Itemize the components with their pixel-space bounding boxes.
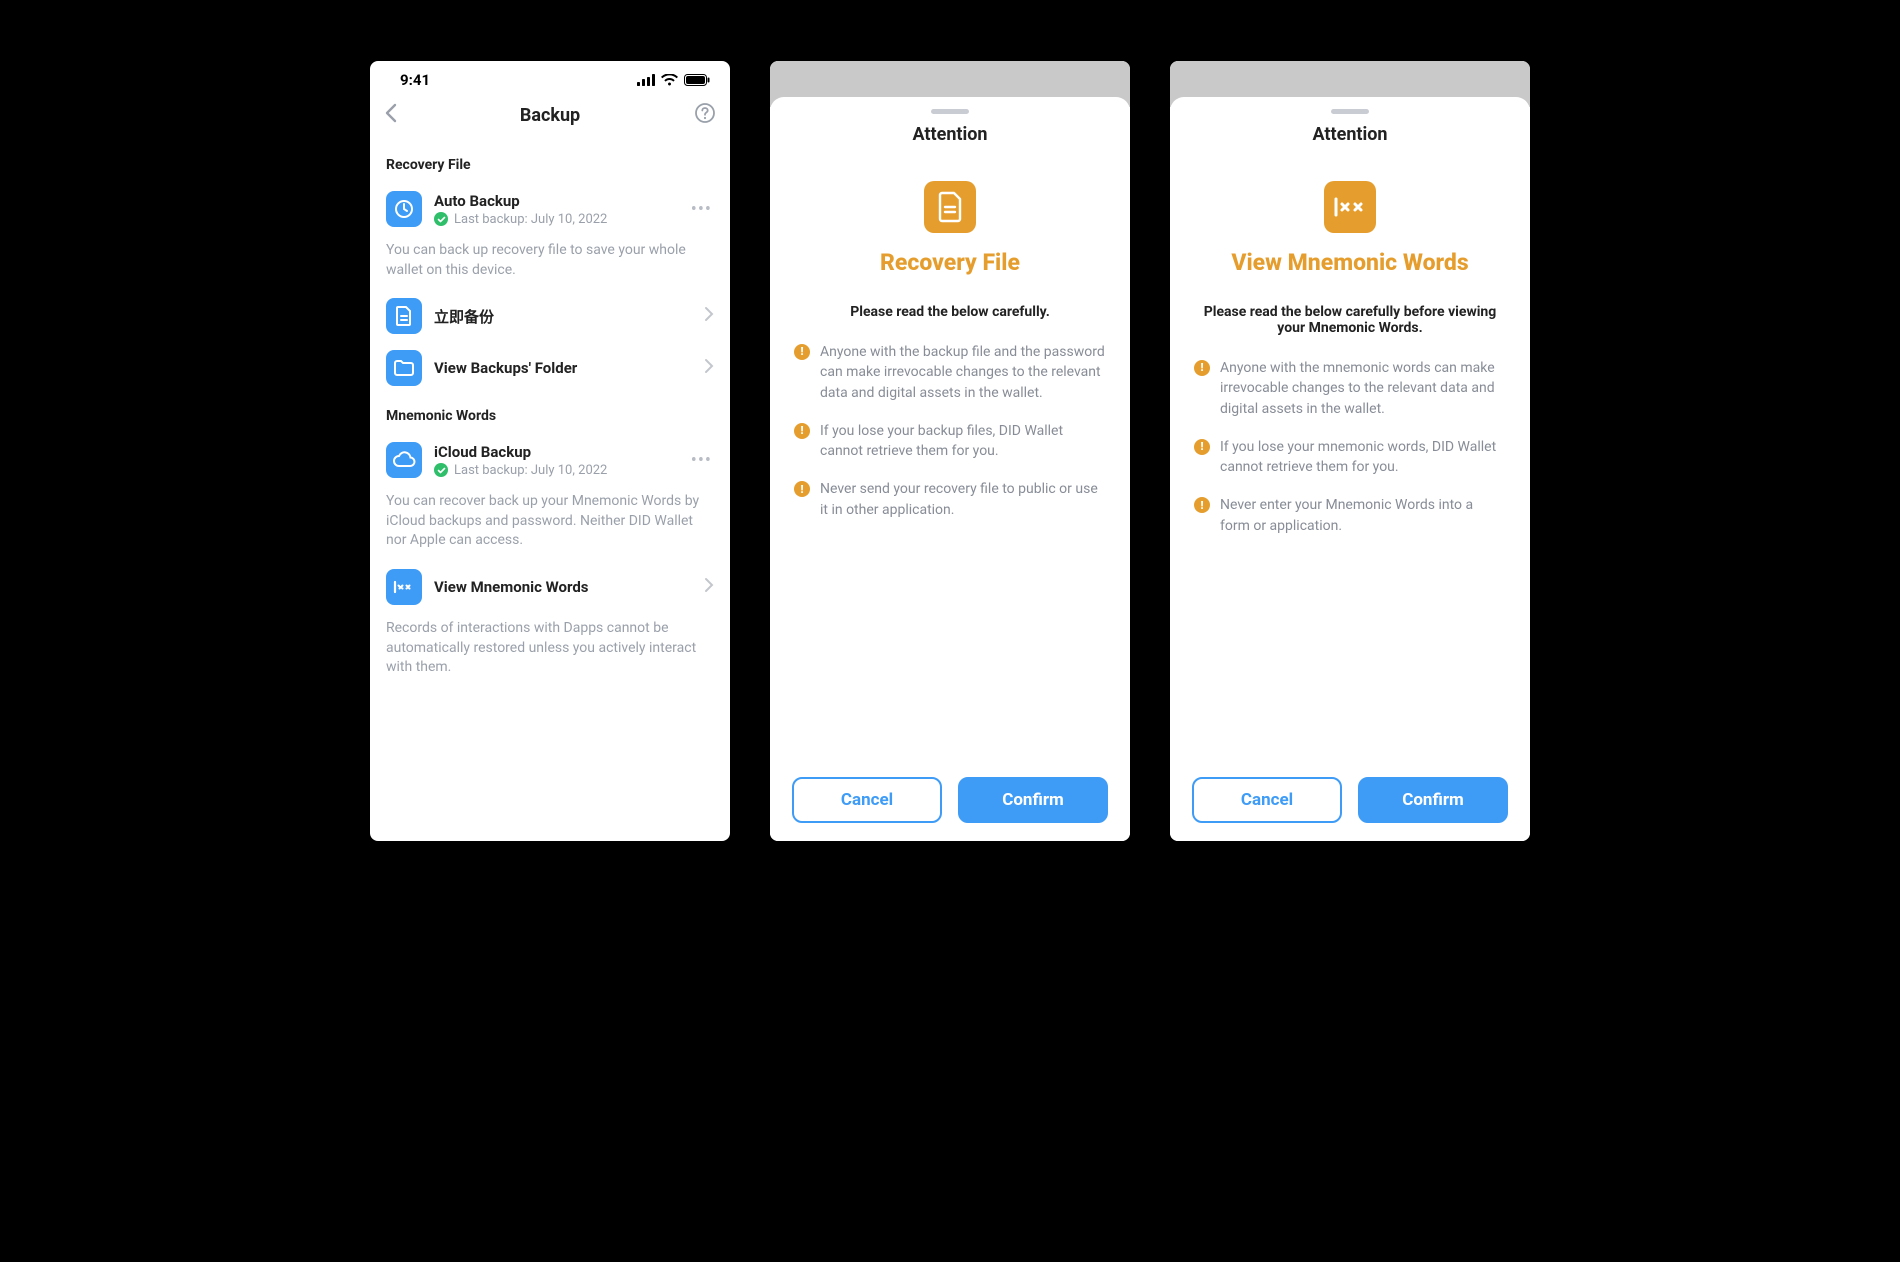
attention-sheet-mnemonic: Attention View Mnemonic Words Please rea…	[1170, 97, 1530, 841]
content: Recovery File Auto Backup Last backup: J…	[370, 137, 730, 688]
warning-item: ! Anyone with the backup file and the pa…	[794, 342, 1106, 403]
exclamation-icon: !	[1194, 360, 1210, 376]
more-icon[interactable]: •••	[689, 199, 714, 220]
nav-bar: Backup	[370, 93, 730, 137]
button-row: Cancel Confirm	[792, 759, 1108, 823]
row-icloud-backup[interactable]: iCloud Backup Last backup: July 10, 2022…	[386, 434, 714, 486]
phone-recovery-modal: Attention Recovery File Please read the …	[770, 61, 1130, 841]
sheet-instruction: Please read the below carefully.	[792, 304, 1108, 320]
sheet-title: Attention	[792, 124, 1108, 145]
warning-text: Never enter your Mnemonic Words into a f…	[1220, 495, 1506, 536]
phone-backup-settings: 9:41 Backup Recovery File	[370, 61, 730, 841]
row-view-mnemonic[interactable]: View Mnemonic Words	[386, 561, 714, 613]
warning-item: ! Anyone with the mnemonic words can mak…	[1194, 358, 1506, 419]
icloud-backup-subtitle: Last backup: July 10, 2022	[454, 463, 607, 478]
confirm-label: Confirm	[1002, 790, 1064, 810]
warning-item: ! Never enter your Mnemonic Words into a…	[1194, 495, 1506, 536]
check-icon	[434, 212, 448, 226]
auto-backup-subtitle: Last backup: July 10, 2022	[454, 212, 607, 227]
row-view-backups-folder[interactable]: View Backups' Folder	[386, 342, 714, 394]
recovery-file-description: You can back up recovery file to save yo…	[386, 241, 714, 280]
confirm-button[interactable]: Confirm	[958, 777, 1108, 823]
warning-text: If you lose your mnemonic words, DID Wal…	[1220, 437, 1506, 478]
exclamation-icon: !	[794, 481, 810, 497]
exclamation-icon: !	[794, 344, 810, 360]
backup-now-label: 立即备份	[434, 306, 704, 327]
warning-item: ! Never send your recovery file to publi…	[794, 479, 1106, 520]
sheet-heading: View Mnemonic Words	[1192, 249, 1508, 276]
exclamation-icon: !	[794, 423, 810, 439]
cellular-icon	[637, 74, 655, 86]
page-title: Backup	[520, 105, 580, 126]
confirm-button[interactable]: Confirm	[1358, 777, 1508, 823]
view-mnemonic-label: View Mnemonic Words	[434, 578, 704, 596]
sheet-grabber[interactable]	[1331, 109, 1369, 114]
row-backup-now[interactable]: 立即备份	[386, 290, 714, 342]
warning-list: ! Anyone with the backup file and the pa…	[792, 342, 1108, 520]
file-icon	[386, 298, 422, 334]
folder-icon	[386, 350, 422, 386]
help-button[interactable]	[694, 102, 716, 128]
more-icon[interactable]: •••	[689, 450, 714, 471]
check-icon	[434, 463, 448, 477]
chevron-right-icon	[704, 577, 714, 597]
row-auto-backup[interactable]: Auto Backup Last backup: July 10, 2022 •…	[386, 183, 714, 235]
warning-text: Anyone with the backup file and the pass…	[820, 342, 1106, 403]
section-mnemonic-words: Mnemonic Words	[386, 408, 714, 424]
status-bar: 9:41	[370, 61, 730, 93]
chevron-right-icon	[704, 358, 714, 378]
warning-text: Never send your recovery file to public …	[820, 479, 1106, 520]
chevron-left-icon	[384, 103, 398, 123]
view-backups-label: View Backups' Folder	[434, 359, 704, 377]
help-icon	[694, 102, 716, 124]
section-recovery-file: Recovery File	[386, 157, 714, 173]
password-icon	[1324, 181, 1376, 233]
phone-mnemonic-modal: Attention View Mnemonic Words Please rea…	[1170, 61, 1530, 841]
sheet-grabber[interactable]	[931, 109, 969, 114]
exclamation-icon: !	[1194, 497, 1210, 513]
warning-text: Anyone with the mnemonic words can make …	[1220, 358, 1506, 419]
cancel-label: Cancel	[1241, 790, 1293, 810]
cancel-button[interactable]: Cancel	[792, 777, 942, 823]
confirm-label: Confirm	[1402, 790, 1464, 810]
warning-item: ! If you lose your backup files, DID Wal…	[794, 421, 1106, 462]
cancel-label: Cancel	[841, 790, 893, 810]
warning-item: ! If you lose your mnemonic words, DID W…	[1194, 437, 1506, 478]
dapps-footnote: Records of interactions with Dapps canno…	[386, 619, 714, 678]
attention-sheet-recovery: Attention Recovery File Please read the …	[770, 97, 1130, 841]
chevron-right-icon	[704, 306, 714, 326]
status-icons	[637, 74, 710, 86]
exclamation-icon: !	[1194, 439, 1210, 455]
button-row: Cancel Confirm	[1192, 759, 1508, 823]
sheet-title: Attention	[1192, 124, 1508, 145]
wifi-icon	[661, 74, 678, 86]
sheet-instruction: Please read the below carefully before v…	[1192, 304, 1508, 336]
warning-list: ! Anyone with the mnemonic words can mak…	[1192, 358, 1508, 536]
mnemonic-description: You can recover back up your Mnemonic Wo…	[386, 492, 714, 551]
auto-backup-title: Auto Backup	[434, 192, 689, 210]
back-button[interactable]	[384, 103, 398, 127]
battery-icon	[684, 74, 710, 86]
password-icon	[386, 569, 422, 605]
clock-icon	[386, 191, 422, 227]
file-icon	[924, 181, 976, 233]
sheet-heading: Recovery File	[792, 249, 1108, 276]
cancel-button[interactable]: Cancel	[1192, 777, 1342, 823]
cloud-icon	[386, 442, 422, 478]
icloud-backup-title: iCloud Backup	[434, 443, 689, 461]
status-time: 9:41	[400, 71, 430, 89]
warning-text: If you lose your backup files, DID Walle…	[820, 421, 1106, 462]
